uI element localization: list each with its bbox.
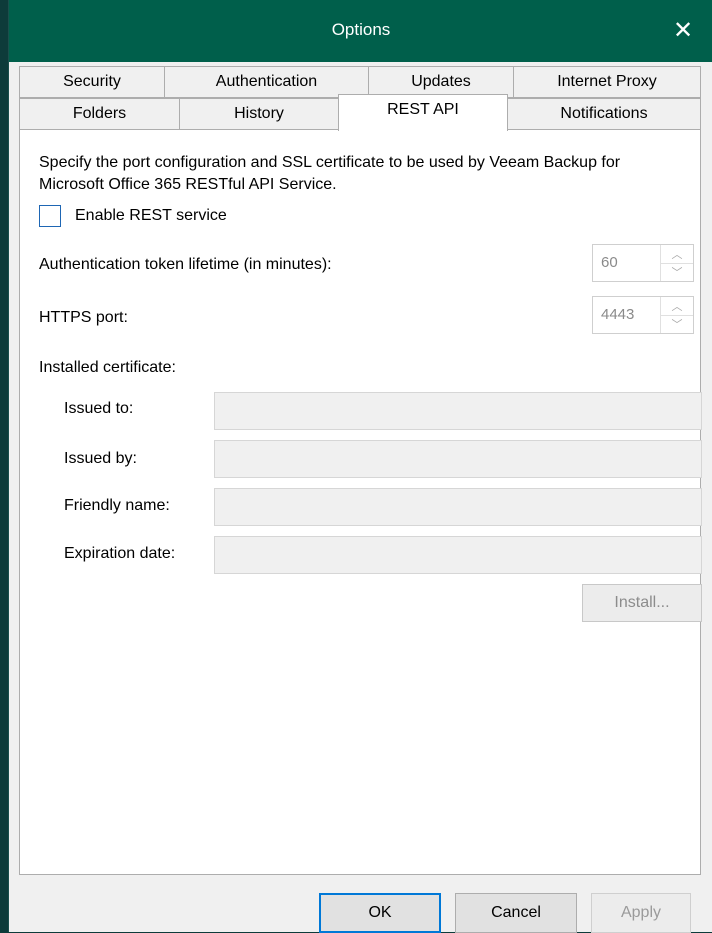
enable-rest-label[interactable]: Enable REST service bbox=[75, 207, 227, 225]
expiration-date-label: Expiration date: bbox=[64, 545, 176, 562]
close-icon[interactable]: ✕ bbox=[669, 14, 697, 46]
https-port-label: HTTPS port: bbox=[39, 309, 128, 326]
chevron-down-icon[interactable]: ﹀ bbox=[661, 263, 693, 281]
dialog-title: Options bbox=[331, 20, 391, 39]
install-button[interactable]: Install... bbox=[582, 584, 702, 622]
issued-by-field bbox=[214, 440, 702, 478]
tab-strip: Security Authentication Updates Internet… bbox=[9, 62, 712, 131]
stepper-arrows: ︿ ﹀ bbox=[660, 297, 693, 333]
expiration-date-field bbox=[214, 536, 702, 574]
installed-certificate-heading: Installed certificate: bbox=[39, 359, 176, 376]
https-port-value[interactable]: 4443 bbox=[601, 306, 634, 323]
friendly-name-field bbox=[214, 488, 702, 526]
apply-button[interactable]: Apply bbox=[591, 893, 691, 933]
chevron-down-icon[interactable]: ﹀ bbox=[661, 315, 693, 333]
cancel-button[interactable]: Cancel bbox=[455, 893, 577, 933]
token-lifetime-value[interactable]: 60 bbox=[601, 254, 618, 271]
chevron-up-icon[interactable]: ︿ bbox=[661, 245, 693, 264]
issued-to-label: Issued to: bbox=[64, 400, 134, 417]
https-port-stepper[interactable]: 4443 ︿ ﹀ bbox=[592, 296, 694, 334]
title-bar: Options ✕ bbox=[9, 0, 712, 62]
tab-internet-proxy[interactable]: Internet Proxy bbox=[513, 66, 701, 98]
options-dialog: Options ✕ Security Authentication Update… bbox=[8, 0, 712, 933]
issued-by-label: Issued by: bbox=[64, 450, 137, 467]
stepper-arrows: ︿ ﹀ bbox=[660, 245, 693, 281]
enable-rest-checkbox[interactable] bbox=[39, 205, 61, 227]
rest-api-panel: Specify the port configuration and SSL c… bbox=[19, 129, 702, 875]
chevron-up-icon[interactable]: ︿ bbox=[661, 297, 693, 316]
tab-notifications[interactable]: Notifications bbox=[507, 98, 701, 130]
issued-to-field bbox=[214, 392, 702, 430]
tab-history[interactable]: History bbox=[179, 98, 339, 130]
token-lifetime-label: Authentication token lifetime (in minute… bbox=[39, 256, 332, 273]
token-lifetime-stepper[interactable]: 60 ︿ ﹀ bbox=[592, 244, 694, 282]
tab-rest-api[interactable]: REST API bbox=[338, 94, 508, 131]
rest-description: Specify the port configuration and SSL c… bbox=[39, 154, 621, 193]
tab-security[interactable]: Security bbox=[19, 66, 165, 98]
friendly-name-label: Friendly name: bbox=[64, 497, 170, 514]
tab-folders[interactable]: Folders bbox=[19, 98, 180, 130]
ok-button[interactable]: OK bbox=[319, 893, 441, 933]
